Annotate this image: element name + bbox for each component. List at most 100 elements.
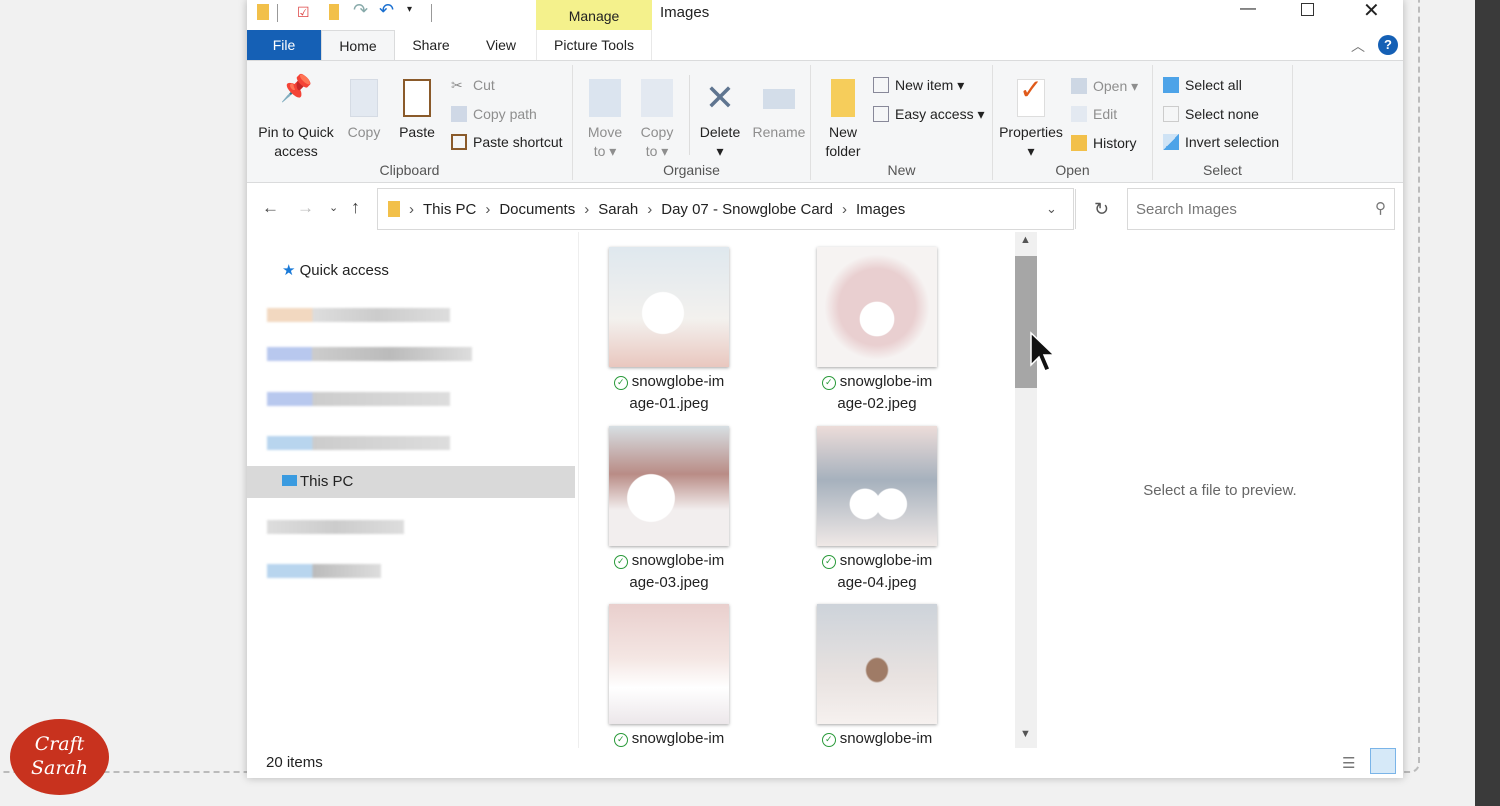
search-input[interactable]: Search Images ⚲ — [1127, 188, 1395, 230]
tab-file[interactable]: File — [247, 30, 321, 60]
thumbnail-deer — [817, 604, 937, 724]
scroll-up-arrow[interactable]: ▲ — [1020, 234, 1031, 246]
file-item[interactable]: ✓ snowglobe-im age-01.jpeg — [594, 247, 744, 415]
move-to-button[interactable]: Move to ▾ — [579, 79, 631, 161]
rename-icon — [763, 89, 795, 109]
navigation-pane: ★ Quick access This PC — [247, 232, 578, 748]
breadcrumb-images[interactable]: Images — [856, 201, 905, 218]
breadcrumb-documents[interactable]: Documents — [499, 201, 575, 218]
window-title: Images — [660, 4, 710, 21]
breadcrumb-sarah[interactable]: Sarah — [598, 201, 638, 218]
file-item[interactable]: ✓ snowglobe-im age-03.jpeg — [594, 426, 744, 594]
invert-selection-button[interactable]: Invert selection — [1163, 131, 1279, 153]
delete-x-icon: ✕ — [704, 77, 736, 118]
breadcrumb-day07[interactable]: Day 07 - Snowglobe Card — [661, 201, 833, 218]
easy-access-button[interactable]: Easy access ▾ — [873, 103, 985, 125]
properties-qat-icon[interactable]: ☑ — [297, 4, 310, 21]
redo-icon[interactable]: ↷ — [353, 0, 368, 21]
open-label: Open — [1055, 162, 1090, 178]
tab-picture-tools[interactable]: Picture Tools — [536, 30, 652, 60]
address-dropdown-icon[interactable]: ⌄ — [1046, 201, 1057, 217]
copy-to-button[interactable]: Copy to ▾ — [631, 79, 683, 161]
new-folder-button[interactable]: New folder — [817, 79, 869, 161]
select-all-button[interactable]: Select all — [1163, 74, 1242, 96]
nav-quick-access[interactable]: ★ Quick access — [282, 261, 389, 279]
properties-button[interactable]: ✓ Properties ▾ — [997, 76, 1065, 161]
new-item-icon — [873, 77, 889, 93]
collapse-ribbon-icon[interactable]: ︿ — [1351, 36, 1365, 56]
undo-icon[interactable]: ↶ — [379, 0, 394, 21]
address-bar[interactable]: › This PC › Documents › Sarah › Day 07 - Sno… — [377, 188, 1109, 230]
nav-this-pc[interactable]: This PC — [247, 466, 575, 498]
manage-context-tab[interactable]: Manage — [536, 0, 652, 30]
large-icons-view-button[interactable] — [1370, 748, 1396, 774]
pin-to-quick-access-button[interactable]: 📌 Pin to Quick access — [253, 73, 339, 161]
minimize-button[interactable]: — — [1240, 0, 1256, 18]
edit-icon — [1071, 106, 1087, 122]
pin-icon: 📌 — [280, 73, 313, 103]
organise-label: Organise — [663, 162, 720, 178]
tab-share[interactable]: Share — [401, 30, 461, 60]
history-button[interactable]: History — [1071, 132, 1137, 154]
history-icon — [1071, 135, 1087, 151]
easy-access-icon — [873, 106, 889, 122]
details-view-button[interactable]: ☰ — [1342, 754, 1355, 772]
new-folder-icon — [831, 79, 855, 117]
delete-button[interactable]: ✕ Delete ▾ — [693, 79, 747, 161]
move-to-icon — [589, 79, 621, 117]
file-item[interactable]: ✓ snowglobe-im — [802, 604, 952, 748]
recent-locations-button[interactable]: ⌄ — [329, 201, 338, 214]
up-button[interactable]: ↑ — [351, 197, 360, 218]
copy-to-icon — [641, 79, 673, 117]
file-item[interactable]: ✓ snowglobe-im age-02.jpeg — [802, 247, 952, 415]
copy-path-icon — [451, 106, 467, 122]
tab-view[interactable]: View — [471, 30, 531, 60]
invert-selection-icon — [1163, 134, 1179, 150]
new-folder-qat-icon[interactable] — [329, 4, 339, 20]
select-label: Select — [1203, 162, 1242, 178]
organise-group: Move to ▾ Copy to ▾ ✕ Delete ▾ Rename Organi… — [573, 65, 811, 180]
help-icon[interactable]: ? — [1378, 35, 1398, 55]
select-none-icon — [1163, 106, 1179, 122]
new-label: New — [887, 162, 916, 178]
cut-button[interactable]: ✂ Cut — [451, 74, 495, 96]
background-strip — [1475, 0, 1500, 806]
file-item[interactable]: ✓ snowglobe-im age-04.jpeg — [802, 426, 952, 594]
select-all-icon — [1163, 77, 1179, 93]
forward-button[interactable]: → — [297, 198, 314, 218]
folder-icon — [257, 4, 269, 20]
search-icon: ⚲ — [1375, 200, 1386, 217]
folder-icon — [388, 201, 400, 217]
back-button[interactable]: ← — [262, 198, 279, 218]
thumbnail-two-snowmen — [817, 426, 937, 546]
open-button[interactable]: Open ▾ — [1071, 75, 1138, 97]
maximize-button[interactable] — [1301, 3, 1314, 16]
refresh-button[interactable]: ↻ — [1075, 189, 1127, 229]
clipboard-group: 📌 Pin to Quick access Copy Paste ✂ Cut Copy… — [247, 65, 573, 180]
open-group: ✓ Properties ▾ Open ▾ Edit History Open — [993, 65, 1153, 180]
star-icon: ★ — [282, 262, 296, 279]
file-item[interactable]: ✓ snowglobe-im — [594, 604, 744, 748]
copy-icon — [350, 79, 378, 117]
scroll-down-arrow[interactable]: ▼ — [1020, 728, 1031, 740]
properties-checkmark-icon: ✓ — [1017, 76, 1045, 117]
thumbnail-winter-walk — [609, 604, 729, 724]
copy-button[interactable]: Copy — [339, 79, 389, 142]
qat-dropdown-icon[interactable]: ▾ — [407, 4, 412, 15]
scissors-icon: ✂ — [451, 77, 463, 93]
close-button[interactable]: ✕ — [1363, 0, 1380, 23]
select-none-button[interactable]: Select none — [1163, 103, 1259, 125]
craft-with-sarah-logo: Craft Sarah — [10, 719, 109, 795]
open-icon — [1071, 78, 1087, 94]
copy-path-button[interactable]: Copy path — [451, 103, 537, 125]
clipboard-icon — [403, 79, 431, 117]
breadcrumb-this-pc[interactable]: This PC — [423, 201, 476, 218]
edit-button[interactable]: Edit — [1071, 103, 1117, 125]
vertical-scrollbar[interactable]: ▲ ▼ — [1015, 232, 1037, 748]
mouse-cursor-icon — [1030, 331, 1055, 372]
rename-button[interactable]: Rename — [749, 79, 809, 142]
paste-button[interactable]: Paste — [393, 79, 441, 142]
new-item-button[interactable]: New item ▾ — [873, 74, 964, 96]
tab-home[interactable]: Home — [321, 30, 395, 61]
paste-shortcut-button[interactable]: Paste shortcut — [451, 131, 563, 153]
